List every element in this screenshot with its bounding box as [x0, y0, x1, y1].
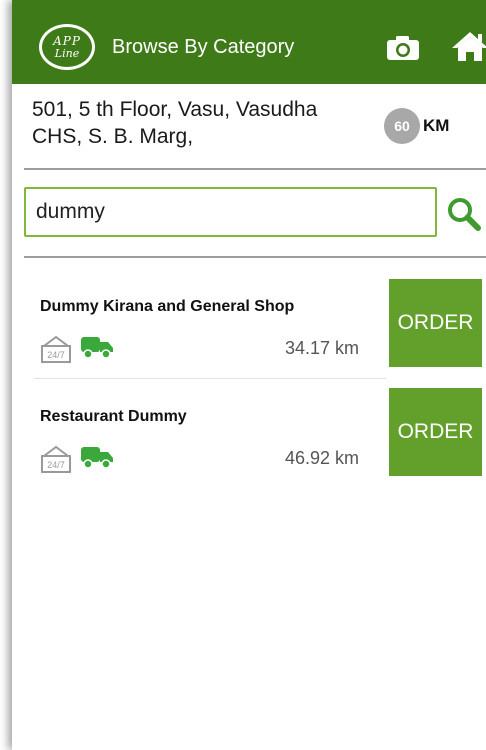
badge-24-7-text: 24/7	[47, 350, 65, 360]
radius-selector[interactable]: 60 KM	[384, 108, 449, 144]
app-logo[interactable]: APP Line	[39, 24, 95, 70]
store-distance: 46.92 km	[284, 448, 359, 468]
home-icon[interactable]	[450, 30, 486, 62]
order-button[interactable]: ORDER	[389, 388, 482, 476]
divider	[24, 168, 486, 170]
delivery-truck-icon	[81, 337, 113, 359]
radius-badge: 60	[384, 108, 420, 144]
logo-text-top: APP	[53, 34, 81, 48]
top-app-bar: APP Line Browse By Category	[12, 0, 486, 84]
delivery-truck-icon	[81, 447, 113, 469]
camera-icon[interactable]	[386, 35, 420, 61]
radius-unit: KM	[423, 116, 450, 135]
app-screen: APP Line Browse By Category 501, 5 th Fl…	[12, 0, 486, 750]
store-list-item[interactable]: Restaurant Dummy 24/7 46.92 km ORDER	[12, 386, 486, 494]
open-24-7-icon: 24/7	[41, 445, 71, 473]
divider	[24, 256, 486, 258]
list-divider	[34, 378, 386, 379]
store-name: Restaurant Dummy	[40, 408, 187, 425]
search-input[interactable]	[26, 189, 435, 235]
search-field[interactable]	[24, 187, 437, 237]
store-distance: 34.17 km	[284, 338, 359, 358]
search-icon[interactable]	[446, 196, 482, 232]
page-title[interactable]: Browse By Category	[112, 36, 294, 59]
location-address[interactable]: 501, 5 th Floor, Vasu, Vasudha CHS, S. B…	[32, 96, 372, 150]
store-list-item[interactable]: Dummy Kirana and General Shop 24/7 34.17…	[12, 276, 486, 384]
badge-24-7-text: 24/7	[47, 460, 65, 470]
logo-text-bottom: Line	[54, 47, 80, 60]
open-24-7-icon: 24/7	[41, 335, 71, 363]
store-name: Dummy Kirana and General Shop	[40, 298, 295, 315]
order-button[interactable]: ORDER	[389, 279, 482, 367]
